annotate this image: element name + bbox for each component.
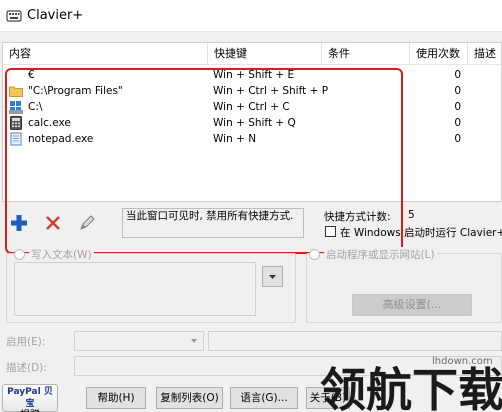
advanced-settings-button[interactable]: 高级设置(... [352, 294, 472, 316]
language-button[interactable]: 语言(G)... [230, 387, 298, 409]
launch-program-radio[interactable] [309, 249, 320, 260]
header-divider [3, 64, 501, 65]
watermark-text: 领航下载 [320, 363, 502, 412]
column-header-shortcut[interactable]: 快捷键 [208, 43, 322, 65]
column-header-usage-count[interactable]: 使用次数 [410, 43, 468, 65]
watermark-url: lhdown.com [432, 356, 493, 367]
column-header-description[interactable]: 描述 [468, 43, 501, 65]
highlight-box [5, 68, 403, 254]
text-menu-button[interactable] [262, 266, 283, 287]
chevron-down-icon [269, 275, 276, 279]
enabled-label: 启用(E): [6, 336, 46, 348]
window-title: Clavier+ [27, 8, 84, 23]
condition-field[interactable] [208, 331, 502, 351]
column-header-content[interactable]: 内容 [3, 43, 208, 65]
paypal-label: PayPal 贝宝 [7, 387, 53, 409]
text-input-area[interactable] [14, 262, 256, 316]
row-count: 0 [454, 133, 461, 145]
copy-list-button[interactable]: 复制列表(O) [156, 387, 223, 409]
enabled-dropdown[interactable] [74, 331, 204, 351]
launch-program-label[interactable]: 启动程序或显示网站(L) [324, 247, 437, 262]
keyboard-app-icon [6, 10, 22, 22]
write-text-radio[interactable] [14, 249, 25, 260]
paypal-donate-button[interactable]: PayPal 贝宝 捐赠 [2, 384, 58, 412]
chevron-down-icon [191, 339, 197, 343]
column-header-condition[interactable]: 条件 [322, 43, 410, 65]
write-text-label[interactable]: 写入文本(W) [29, 247, 94, 262]
description-label: 描述(D): [6, 362, 47, 374]
help-button[interactable]: 帮助(H) [86, 387, 146, 409]
shortcut-count-value: 5 [408, 209, 415, 221]
